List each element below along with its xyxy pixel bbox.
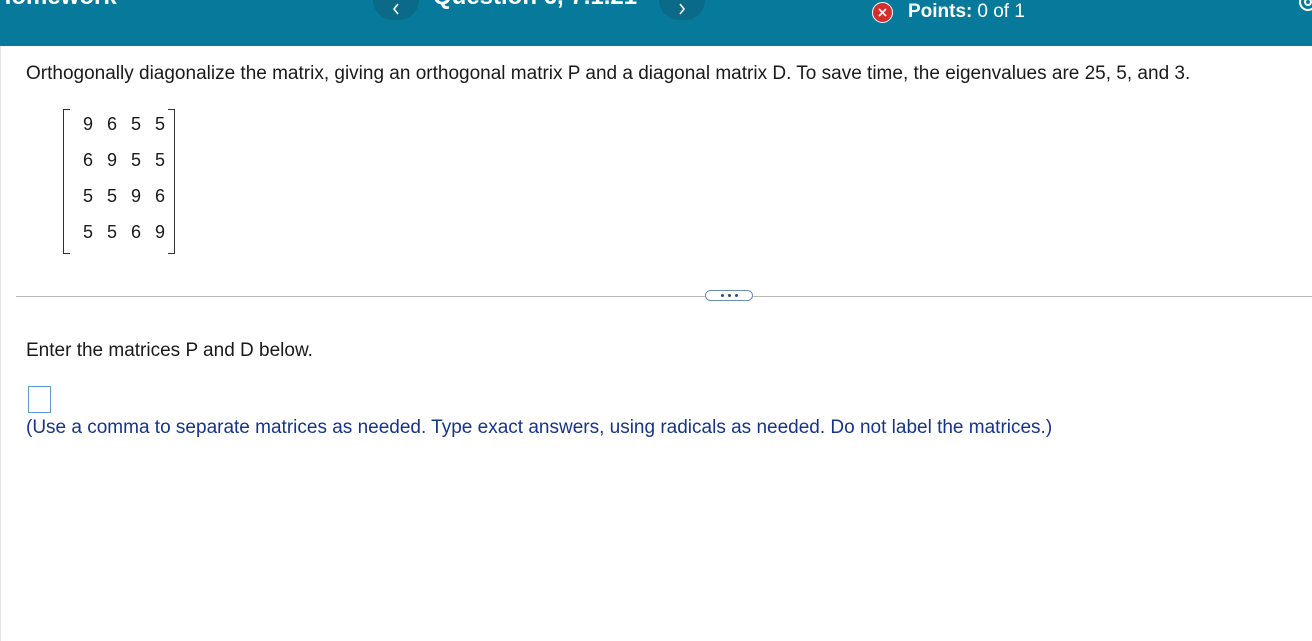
matrix-row: 5 5 6 9 — [76, 222, 172, 243]
matrix-cell: 6 — [154, 186, 165, 206]
matrix-cell: 5 — [154, 114, 165, 134]
chevron-right-icon — [679, 3, 686, 15]
ellipsis-dot — [720, 294, 724, 297]
matrix-row: 5 5 9 6 — [76, 186, 172, 207]
matrix-left-bracket — [63, 109, 70, 254]
matrix-row: 6 9 5 5 — [76, 150, 172, 171]
matrix-cell: 9 — [82, 114, 93, 134]
matrix-cell: 9 — [106, 150, 117, 170]
chevron-left-icon — [392, 3, 399, 15]
matrix-cell: 6 — [106, 114, 117, 134]
matrix-cell: 5 — [130, 114, 141, 134]
matrix-cell: 9 — [130, 186, 141, 206]
ellipsis-dot — [734, 294, 738, 297]
points-value: 0 of 1 — [977, 1, 1025, 22]
matrix-cell: 5 — [130, 150, 141, 170]
matrix-cell: 5 — [154, 150, 165, 170]
next-question-button[interactable] — [659, 0, 705, 20]
points-label: Points: — [908, 1, 973, 22]
given-matrix: 9 6 5 5 6 9 5 5 5 5 9 6 5 5 6 9 — [63, 109, 175, 254]
matrix-cell: 9 — [154, 222, 165, 242]
matrix-cell: 5 — [82, 186, 93, 206]
answer-prompt: Enter the matrices P and D below. — [26, 340, 313, 361]
matrix-cell: 5 — [106, 186, 117, 206]
matrix-row: 9 6 5 5 — [76, 114, 172, 135]
previous-question-button[interactable] — [373, 0, 419, 20]
top-bar: Homework Question 6, 7.1.21 Points: 0 of… — [0, 0, 1312, 46]
assignment-title: Homework — [0, 0, 117, 11]
gear-icon[interactable] — [1296, 0, 1312, 19]
x-circle-icon — [872, 1, 893, 23]
matrix-cell: 6 — [82, 150, 93, 170]
points-status: Points: 0 of 1 — [872, 1, 1025, 23]
more-options-button[interactable] — [705, 290, 753, 301]
question-title: Question 6, 7.1.21 — [433, 0, 637, 11]
answer-hint: (Use a comma to separate matrices as nee… — [26, 417, 1053, 438]
matrix-cell: 6 — [130, 222, 141, 242]
answer-input[interactable] — [28, 386, 51, 413]
ellipsis-dot — [727, 294, 731, 297]
matrix-cell: 5 — [82, 222, 93, 242]
section-divider — [16, 296, 1312, 297]
question-text: Orthogonally diagonalize the matrix, giv… — [26, 63, 1191, 84]
page-edge — [0, 46, 1, 641]
matrix-cell: 5 — [106, 222, 117, 242]
